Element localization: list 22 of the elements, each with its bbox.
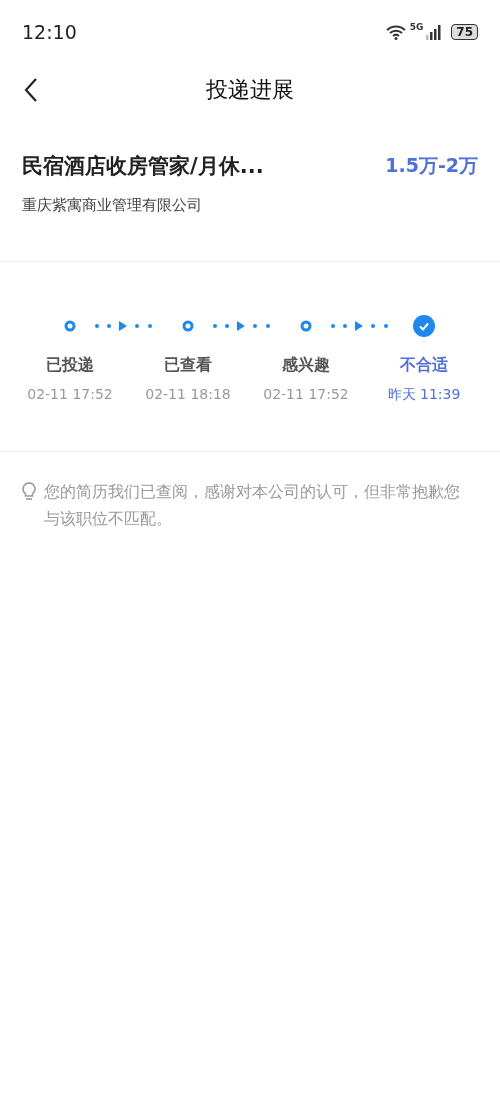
step-time: 昨天 11:39 xyxy=(387,386,461,404)
status-time: 12:10 xyxy=(22,21,77,43)
step-time: 02-11 17:52 xyxy=(27,386,113,402)
back-icon[interactable] xyxy=(24,77,38,103)
step-label: 感兴趣 xyxy=(282,355,330,376)
dotted-arrow-icon xyxy=(331,321,389,331)
step-time: 02-11 18:18 xyxy=(145,386,231,402)
battery-indicator: 75 xyxy=(451,24,478,40)
lightbulb-icon xyxy=(22,482,36,501)
dotted-arrow-icon xyxy=(95,321,153,331)
step-time: 02-11 17:52 xyxy=(263,386,349,402)
network-label: 5G xyxy=(409,22,424,32)
page-title: 投递进展 xyxy=(206,76,294,104)
feedback-message: 您的简历我们已查阅，感谢对本公司的认可，但非常抱歉您与该职位不匹配。 xyxy=(44,481,461,530)
step-label: 已查看 xyxy=(164,355,212,376)
step-label: 不合适 xyxy=(400,355,448,376)
dotted-arrow-icon xyxy=(213,321,271,331)
salary-range: 1.5万-2万 xyxy=(385,153,478,178)
wifi-icon xyxy=(384,24,407,40)
step-label: 已投递 xyxy=(46,355,94,376)
company-name: 重庆紫寓商业管理有限公司 xyxy=(22,196,203,215)
job-title: 民宿酒店收房管家/月休... xyxy=(22,153,264,180)
